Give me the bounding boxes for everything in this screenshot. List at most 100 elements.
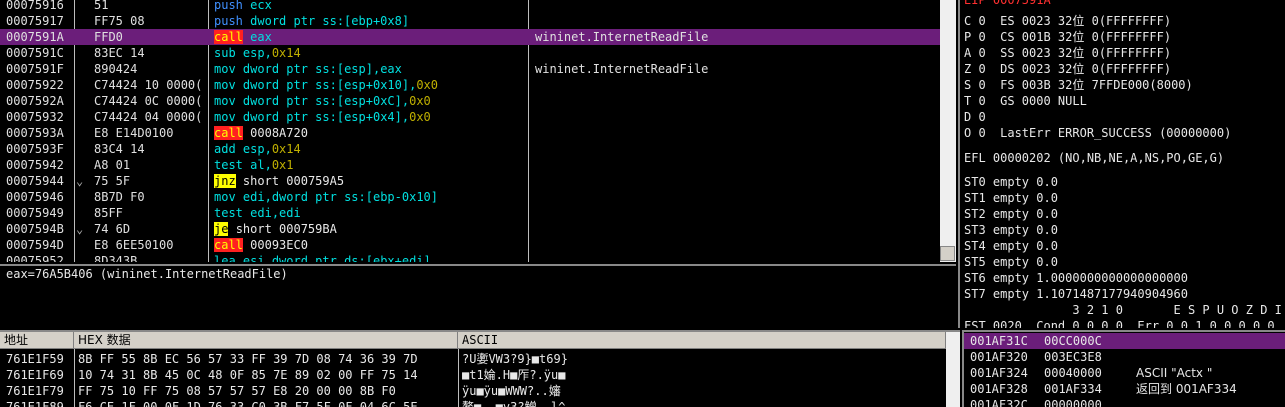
flag-segment-row[interactable]: P 0 CS 001B 32位 0(FFFFFFFF) [964, 29, 1171, 45]
stack-row[interactable]: 001AF31C 00CC000C [964, 333, 1285, 349]
disasm-row[interactable]: 00075949 85FF test edi,edi [0, 205, 940, 221]
stack-row[interactable]: 001AF320 003EC3E8 [964, 349, 1285, 365]
stack-row[interactable]: 001AF328 001AF334 返回到 001AF334 [964, 381, 1285, 397]
instruction-mnemonic: jnz [214, 174, 236, 188]
instruction-operand: 0x14 [271, 46, 301, 60]
disasm-row[interactable]: 00075946 8B7D F0 mov edi,dword ptr ss:[ebp… [0, 189, 940, 205]
instruction-bytes: 74 6D [94, 222, 131, 236]
disasm-row[interactable]: 0007591A FFD0 call eax wininet.InternetRead… [0, 29, 940, 45]
fpu-register-row[interactable]: ST5 empty 0.0 [964, 254, 1058, 270]
instruction-mnemonic: test [214, 206, 243, 220]
disasm-row[interactable]: 00075922 C74424 10 0000(mov dword ptr ss:… [0, 77, 940, 93]
instruction-address: 0007591C [6, 46, 64, 60]
instruction-address: 0007594D [6, 238, 64, 252]
stack-address: 001AF324 [970, 366, 1028, 380]
instruction-operand: dword ptr ss:[esp+0xC], [242, 94, 410, 108]
disassembly-pane[interactable]: 00075916 51 push ecx 00075917 FF75 08 push dw… [0, 0, 940, 262]
stack-comment: ASCII "Actx " [1136, 366, 1213, 380]
stack-address: 001AF328 [970, 382, 1028, 396]
fpu-register-row[interactable]: ST0 empty 0.0 [964, 174, 1058, 190]
instruction-operand: eax [250, 30, 272, 44]
disasm-row[interactable]: 00075917 FF75 08 push dword ptr ss:[ebp+0x… [0, 13, 940, 29]
instruction-address: 0007591A [6, 30, 64, 44]
disasm-row[interactable]: 00075952 8D343B lea esi,dword ptr ds:[ebx+… [0, 253, 940, 262]
instruction-operand: dword ptr ss:[ebp+0x8] [250, 14, 410, 28]
instruction-text: call eax [214, 29, 272, 45]
dump-row[interactable]: 761E1F69 10 74 31 8B 45 0C 48 0F 85 7E 89… [0, 367, 946, 383]
scroll-down-arrow-icon[interactable] [940, 246, 955, 261]
flag-segment-row[interactable]: S 0 FS 003B 32位 7FFDE000(8000) [964, 77, 1193, 93]
instruction-text: lea esi,dword ptr ds:[ebx+edi] [214, 253, 431, 262]
instruction-address: 0007594B [6, 222, 64, 236]
disasm-row[interactable]: 0007591F 890424 mov dword ptr ss:[esp],eax… [0, 61, 940, 77]
instruction-operand: esi,dword ptr ds:[ebx+edi] [242, 254, 431, 262]
dump-row[interactable]: 761E1F79 FF 75 10 FF 75 08 57 57 57 E8 20… [0, 383, 946, 399]
instruction-bytes: FF75 08 [94, 14, 145, 28]
instruction-address: 00075952 [6, 254, 64, 262]
instruction-text: je short 000759BA [214, 221, 337, 237]
disasm-row[interactable]: 0007592A C74424 0C 0000(mov dword ptr ss:… [0, 93, 940, 109]
fpu-register-row[interactable]: ST6 empty 1.0000000000000000000 [964, 270, 1188, 286]
stack-row[interactable]: 001AF32C 00000000 [964, 397, 1285, 407]
instruction-operand: edi,dword ptr ss:[ebp-0x10] [242, 190, 438, 204]
disasm-row[interactable]: 00075932 C74424 04 0000(mov dword ptr ss:… [0, 109, 940, 125]
registers-pane[interactable]: EIP 0007591A C 0 ES 0023 32位 0(FFFFFFFF)… [958, 0, 1285, 328]
instruction-bytes: 75 5F [94, 174, 131, 188]
fpu-register-row[interactable]: ST4 empty 0.0 [964, 238, 1058, 254]
disasm-row[interactable]: 0007593F 83C4 14 add esp,0x14 [0, 141, 940, 157]
dump-address: 761E1F79 [6, 384, 64, 398]
instruction-bytes: 8D343B [94, 254, 138, 262]
disassembly-scrollbar[interactable] [940, 0, 956, 262]
disasm-row[interactable]: 0007591C 83EC 14 sub esp,0x14 [0, 45, 940, 61]
instruction-address: 0007593A [6, 126, 64, 140]
disasm-row[interactable]: 0007594B ⌄ 74 6D je short 000759BA [0, 221, 940, 237]
disasm-row[interactable]: 00075944 ⌄ 75 5F jnz short 000759A5 [0, 173, 940, 189]
instruction-operand: 0x0 [409, 94, 431, 108]
instruction-operand: short 000759BA [235, 222, 337, 236]
fpu-register-row[interactable]: ST7 empty 1.1071487177940904960 [964, 286, 1188, 302]
efl-register[interactable]: EFL 00000202 (NO,NB,NE,A,NS,PO,GE,G) [964, 150, 1224, 166]
dump-header-ascii[interactable]: ASCII [458, 332, 946, 349]
instruction-text: mov dword ptr ss:[esp+0x10],0x0 [214, 77, 438, 93]
instruction-mnemonic: push [214, 14, 243, 28]
instruction-bytes: 83C4 14 [94, 142, 145, 156]
flag-segment-row[interactable]: T 0 GS 0000 NULL [964, 93, 1087, 109]
dump-ascii-text: ÿu■ÿu■WWW?..嬸 [462, 384, 561, 398]
disasm-row[interactable]: 00075916 51 push ecx [0, 0, 940, 13]
instruction-address: 0007593F [6, 142, 64, 156]
instruction-mnemonic: mov [214, 78, 236, 92]
eip-register[interactable]: EIP 0007591A [964, 0, 1051, 8]
stack-row[interactable]: 001AF324 00040000 ASCII "Actx " [964, 365, 1285, 381]
dump-header-hex[interactable]: HEX 数据 [74, 332, 458, 349]
instruction-mnemonic: mov [214, 94, 236, 108]
stack-value: 00000000 [1044, 398, 1102, 407]
flag-segment-row[interactable]: A 0 SS 0023 32位 0(FFFFFFFF) [964, 45, 1171, 61]
instruction-operand: dword ptr ss:[esp+0x4], [242, 110, 410, 124]
stack-comment: 返回到 001AF334 [1136, 382, 1237, 396]
fst-register[interactable]: FST 0020 Cond 0 0 0 0 Err 0 0 1 0 0 0 0 … [964, 318, 1275, 328]
flag-segment-row[interactable]: Z 0 DS 0023 32位 0(FFFFFFFF) [964, 61, 1171, 77]
flag-segment-row[interactable]: D 0 [964, 109, 986, 125]
dump-ascii-text: 鰲■..■v3?鱛..l^ [462, 400, 566, 407]
disasm-row[interactable]: 00075942 A8 01 test al,0x1 [0, 157, 940, 173]
instruction-mnemonic: call [214, 126, 243, 140]
flag-segment-row[interactable]: C 0 ES 0023 32位 0(FFFFFFFF) [964, 13, 1171, 29]
dump-ascii-text: ■t1婨.H■厏?.ÿu■ [462, 368, 566, 382]
flag-segment-row[interactable]: O 0 LastErr ERROR_SUCCESS (00000000) [964, 125, 1231, 141]
info-pane: eax=76A5B406 (wininet.InternetReadFile) [0, 264, 956, 330]
instruction-bytes: 85FF [94, 206, 123, 220]
disasm-row[interactable]: 0007594D E8 6EE50100 call 00093EC0 [0, 237, 940, 253]
fpu-register-row[interactable]: ST2 empty 0.0 [964, 206, 1058, 222]
disasm-row[interactable]: 0007593A E8 E14D0100 call 0008A720 [0, 125, 940, 141]
stack-pane[interactable]: 001AF31C 00CC000C 001AF320 003EC3E8 001AF324… [962, 330, 1285, 407]
info-line: eax=76A5B406 (wininet.InternetReadFile) [6, 267, 288, 281]
instruction-mnemonic: mov [214, 110, 236, 124]
jump-arrow-icon: ⌄ [76, 174, 84, 188]
dump-scrollbar[interactable] [946, 332, 960, 407]
fpu-register-row[interactable]: ST1 empty 0.0 [964, 190, 1058, 206]
memory-dump-pane[interactable]: 地址 HEX 数据 ASCII 761E1F59 8B FF 55 8B EC 5… [0, 330, 960, 407]
fpu-register-row[interactable]: ST3 empty 0.0 [964, 222, 1058, 238]
dump-row[interactable]: 761E1F89 F6 CE 1F 00 0F 1D 76 33 C0 3B F7… [0, 399, 946, 407]
dump-row[interactable]: 761E1F59 8B FF 55 8B EC 56 57 33 FF 39 7D… [0, 351, 946, 367]
dump-header-address[interactable]: 地址 [0, 332, 74, 349]
